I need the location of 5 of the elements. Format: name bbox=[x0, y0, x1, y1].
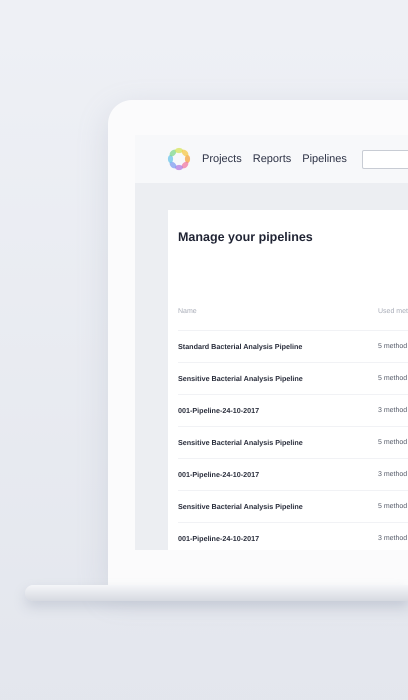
nav-link[interactable]: Pipelines bbox=[302, 153, 347, 165]
page-title: Manage your pipelines bbox=[178, 230, 314, 244]
logo-icon bbox=[167, 147, 191, 171]
nav-link[interactable]: Projects bbox=[202, 153, 242, 165]
nav-link[interactable]: Reports bbox=[252, 153, 292, 165]
